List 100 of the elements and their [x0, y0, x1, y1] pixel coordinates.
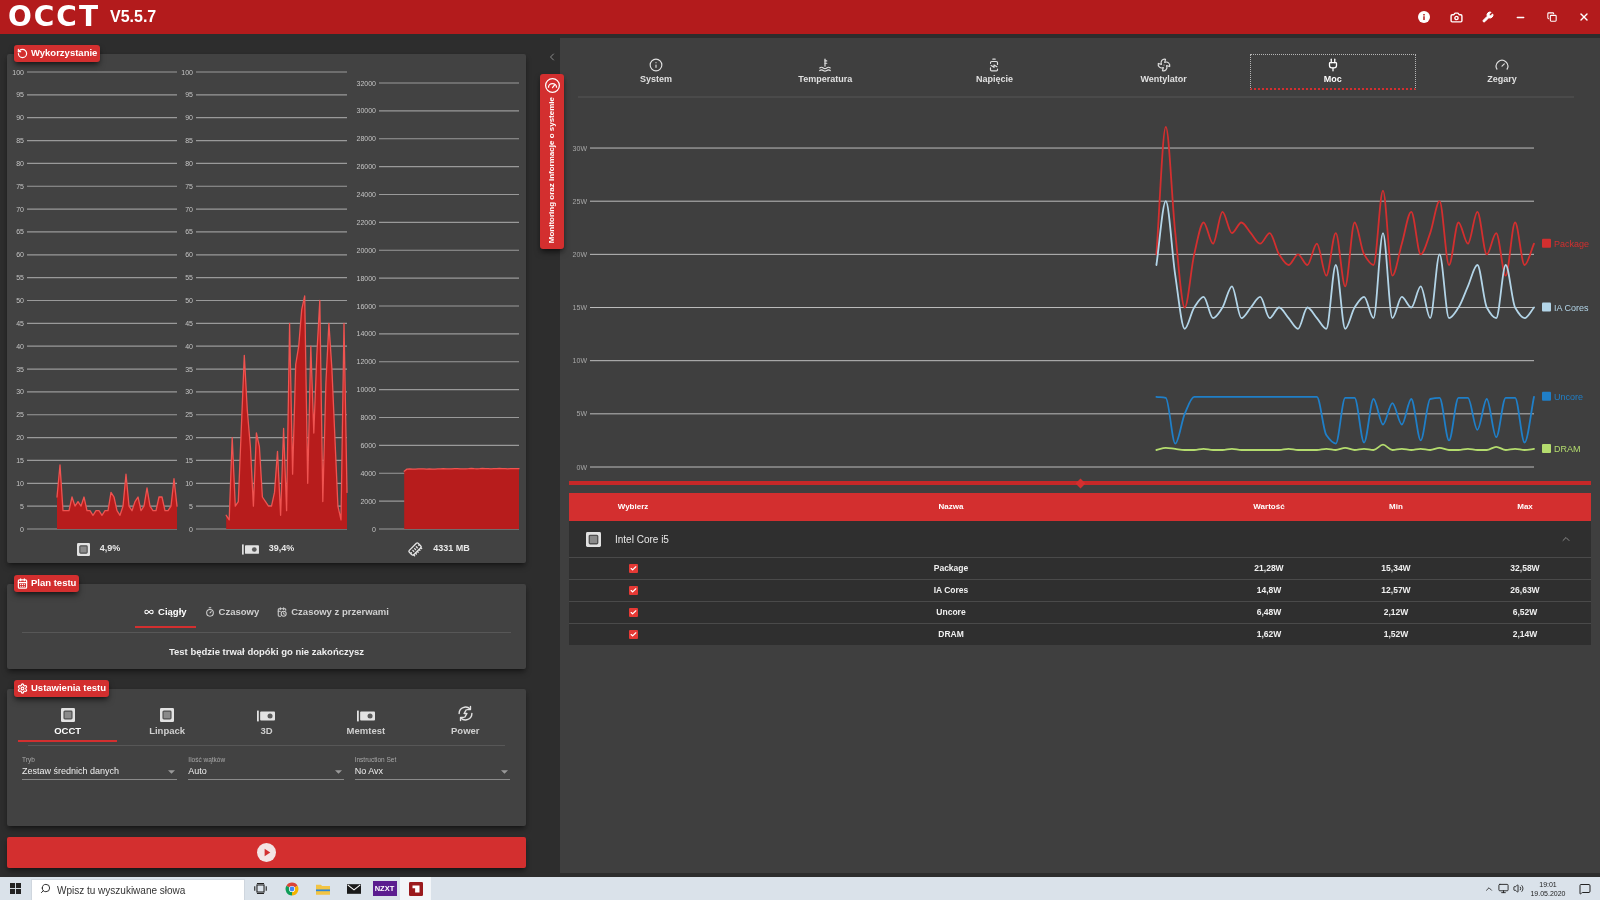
search-icon — [40, 883, 51, 894]
app-version: V5.5.7 — [110, 7, 157, 27]
legend-label: Package — [1554, 238, 1590, 249]
table-cell-text: 6,48W — [1255, 606, 1283, 619]
legend-swatch-icon[interactable] — [1542, 443, 1551, 453]
table-cell-text: 21,28W — [1253, 562, 1285, 575]
plan-tab[interactable]: Czasowy z przerwami — [268, 598, 398, 628]
test-type-tab[interactable]: 3D — [216, 703, 317, 742]
graphics-card-icon — [241, 543, 259, 555]
checkmark-icon — [629, 565, 637, 572]
caret-icon — [501, 769, 508, 774]
cpu-chip-icon — [60, 708, 75, 722]
legend-label: DRAM — [1554, 443, 1581, 454]
usage-reading: 4,9% — [99, 542, 121, 556]
monitor-tab[interactable]: Zegary — [1418, 54, 1585, 90]
caret-icon — [168, 769, 176, 774]
calendar-clock-icon — [277, 607, 288, 617]
table-cell-text: 1,62W — [1255, 628, 1283, 641]
info-icon — [1418, 11, 1430, 23]
refresh-icon — [17, 48, 28, 59]
test-type-tab[interactable]: Power — [415, 703, 515, 742]
group-name: Intel Core i5 — [615, 532, 669, 547]
table-cell-text: 1,52W — [1382, 628, 1410, 641]
checkmark-icon — [629, 609, 637, 616]
column-header: Wybierz — [616, 501, 650, 513]
slider-thumb[interactable] — [1075, 478, 1085, 488]
monitor-tab[interactable]: Wentylator — [1080, 54, 1247, 90]
plan-tab[interactable]: Ciągły — [135, 598, 196, 628]
legend-swatch-icon[interactable] — [1542, 391, 1551, 401]
monitor-icon — [1498, 883, 1509, 894]
graphics-card-icon — [257, 710, 276, 722]
cpu-chip-icon — [76, 542, 90, 556]
graphics-card-icon — [356, 710, 375, 722]
legend-label: IA Cores — [1554, 302, 1589, 313]
table-cell-text: 2,14W — [1511, 628, 1539, 641]
caret-icon — [334, 769, 342, 774]
checkmark-icon — [629, 587, 637, 594]
table-cell-text: 6,52W — [1511, 606, 1539, 619]
test-type-tab[interactable]: Memtest — [316, 703, 416, 742]
section-title: Wykorzystanie — [31, 46, 98, 61]
timer-icon — [204, 607, 215, 617]
legend-swatch-icon[interactable] — [1542, 238, 1551, 248]
monitor-tab[interactable]: Napięcie — [911, 54, 1078, 90]
table-cell-text: Uncore — [935, 606, 967, 619]
gauge-icon — [1494, 58, 1509, 72]
column-header: Wartość — [1252, 501, 1286, 513]
info-icon — [649, 58, 664, 72]
envelope-icon — [346, 883, 361, 894]
side-tab[interactable]: Monitoring oraz informacje o systemie — [540, 74, 564, 250]
calendar-icon — [17, 578, 28, 589]
checkbox[interactable] — [628, 608, 638, 617]
legend-label: Uncore — [1554, 391, 1583, 402]
usage-reading: 39,4% — [268, 542, 295, 556]
section-title: Plan testu — [31, 576, 77, 591]
table-cell-text: 32,58W — [1509, 562, 1541, 575]
legend-swatch-icon[interactable] — [1542, 302, 1551, 312]
table-cell-text: Package — [932, 562, 970, 575]
checkmark-icon — [629, 631, 637, 638]
column-header: Min — [1388, 501, 1404, 513]
timeline-slider[interactable] — [569, 478, 1591, 488]
section-title: Ustawienia testu — [31, 681, 106, 696]
checkbox[interactable] — [628, 630, 638, 639]
cpu-chip-icon — [586, 531, 601, 547]
column-header: Max — [1516, 501, 1534, 513]
speech-bubble-icon — [1579, 882, 1591, 895]
taskbar-app[interactable] — [400, 877, 431, 900]
usage-reading: 4331 MB — [433, 542, 470, 556]
close-icon — [1578, 11, 1590, 23]
fan-icon — [1156, 58, 1171, 72]
infinity-icon — [144, 607, 155, 617]
plan-description: Test będzie trwał dopóki go nie zakończysz — [167, 645, 366, 659]
start-button[interactable] — [7, 837, 526, 868]
test-type-tab[interactable]: Linpack — [117, 703, 217, 742]
table-cell-text: 14,8W — [1255, 584, 1283, 597]
monitor-tab[interactable]: Temperatura — [742, 54, 909, 90]
windows-logo-icon — [10, 883, 21, 894]
table-cell-text: IA Cores — [932, 584, 970, 597]
gauge-icon — [544, 78, 560, 93]
tricolor-circle-icon — [284, 881, 299, 896]
test-type-tab[interactable]: OCCT — [18, 703, 118, 742]
thermometer-icon — [818, 58, 833, 72]
power-cycle-icon — [456, 705, 474, 722]
app-logo: OCCT — [8, 3, 100, 31]
checkbox[interactable] — [628, 564, 638, 573]
search-field[interactable]: Wpisz tu wyszukiwane słowa — [31, 879, 245, 900]
monitor-tab[interactable]: Moc — [1249, 54, 1416, 90]
plan-tab[interactable]: Czasowy — [195, 598, 269, 628]
settings-icon — [17, 683, 28, 694]
column-header: Nazwa — [937, 501, 965, 513]
checkbox[interactable] — [628, 586, 638, 595]
monitor-tab[interactable]: System — [573, 54, 740, 90]
table-cell-text: 12,57W — [1380, 584, 1412, 597]
play-icon — [257, 843, 276, 862]
table-cell-text: DRAM — [937, 628, 965, 641]
cpu-chip-icon — [160, 708, 175, 722]
table-cell-text: 15,34W — [1380, 562, 1412, 575]
wrench-icon — [1482, 11, 1494, 23]
restore-icon — [1547, 12, 1557, 22]
table-cell-text: 26,63W — [1509, 584, 1541, 597]
task-view-icon — [254, 883, 267, 894]
